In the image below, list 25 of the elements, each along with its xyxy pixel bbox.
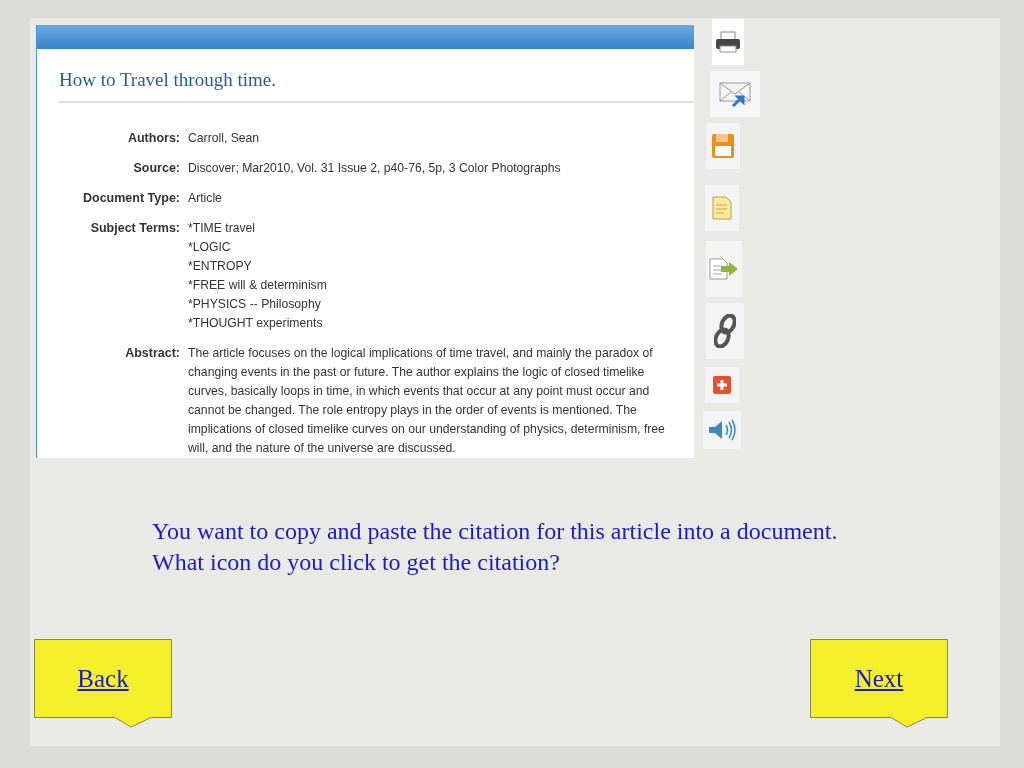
field-value: *FREE will & determinism <box>188 277 327 294</box>
field-value: *THOUGHT experiments <box>188 315 323 332</box>
field-value: *LOGIC <box>188 239 231 256</box>
print-icon[interactable] <box>712 19 744 65</box>
field-value: Discover; Mar2010, Vol. 31 Issue 2, p40-76, 5p, 3 Color Photographs <box>188 160 561 177</box>
field-value: *TIME travel <box>188 220 256 237</box>
article-title: How to Travel through time. <box>59 68 276 93</box>
field-label: Authors: <box>127 131 180 145</box>
export-icon[interactable] <box>706 241 742 297</box>
field-value: Carroll, Sean <box>188 130 260 147</box>
add-icon[interactable] <box>705 367 739 403</box>
question-text: You want to copy and paste the citation for this article into a document. What icon do you click to get the citation? <box>152 517 839 577</box>
link-icon[interactable] <box>706 303 744 359</box>
speaker-icon[interactable] <box>703 411 741 449</box>
field-label: Subject Terms: <box>90 221 180 235</box>
field-value: *ENTROPY <box>188 258 252 275</box>
email-icon[interactable] <box>710 71 760 117</box>
field-label: Abstract: <box>125 346 180 360</box>
field-label: Source: <box>133 161 180 175</box>
field-value: *PHYSICS -- Philosophy <box>188 296 321 313</box>
field-value: The article focuses on the logical implications of time travel, and mainly the paradox of changing events in the past or future. The author explains the logic of closed timelike curves, basically loops in time, in which events that occur at any point must occur and cannot be changed. The role entropy plays in the order of events is mentioned. The implications of closed timelike curves on our understanding of physics, determinism, free will, and the nature of the universe are discussed. <box>188 345 666 457</box>
field-value: Article <box>188 190 222 207</box>
nav-button[interactable]: Back <box>34 639 172 728</box>
nav-button[interactable]: Next <box>810 639 948 728</box>
field-label: Document Type: <box>83 191 180 205</box>
